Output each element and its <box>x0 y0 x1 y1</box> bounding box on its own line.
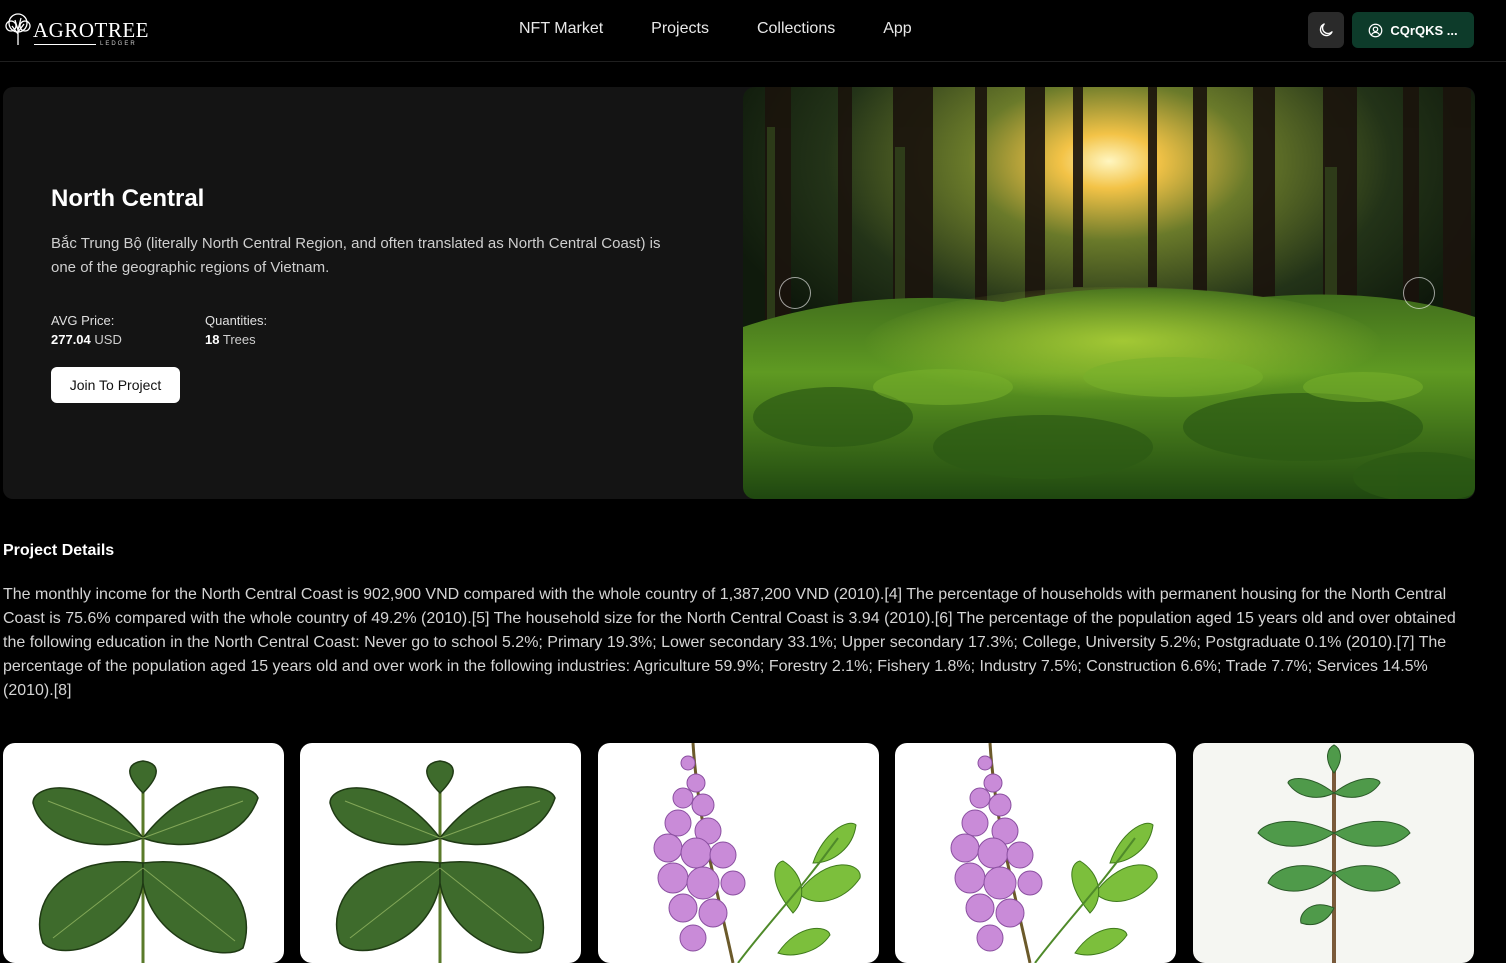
nav-collections[interactable]: Collections <box>757 20 835 38</box>
project-hero: North Central Bắc Trung Bộ (literally No… <box>3 87 1475 499</box>
tree-card[interactable] <box>1193 743 1474 963</box>
leaf-plant-image <box>329 760 556 963</box>
moon-icon <box>1319 23 1333 37</box>
join-project-button[interactable]: Join To Project <box>51 367 180 403</box>
avg-price-label: AVG Price: <box>51 313 115 328</box>
nav-nft-market[interactable]: NFT Market <box>519 20 603 38</box>
paulownia-flower-image <box>653 743 861 963</box>
agrotree-logo[interactable]: AGROTREE LEDGER <box>4 10 149 52</box>
tree-card[interactable] <box>3 743 284 963</box>
main-nav: NFT Market Projects Collections App <box>519 20 960 38</box>
project-title: North Central <box>51 185 205 212</box>
tree-card[interactable] <box>895 743 1176 963</box>
user-circle-icon <box>1369 23 1383 37</box>
wallet-button[interactable]: CQrQKS ... <box>1352 12 1474 48</box>
quantities-value: 18 Trees <box>205 332 256 347</box>
sapling-image <box>1257 744 1411 963</box>
wallet-address: CQrQKS ... <box>1390 22 1458 38</box>
leaf-plant-image <box>32 760 259 963</box>
tree-logo-icon <box>5 13 31 45</box>
logo-divider <box>34 44 96 45</box>
avg-price-stat: AVG Price: 277.04 USD <box>51 313 122 347</box>
carousel-next-button[interactable] <box>1403 277 1435 309</box>
theme-toggle-button[interactable] <box>1308 12 1344 48</box>
forest-image <box>743 87 1475 499</box>
paulownia-flower-image <box>950 743 1158 963</box>
project-details-text: The monthly income for the North Central… <box>3 586 1456 699</box>
nav-app[interactable]: App <box>883 20 911 38</box>
tree-card[interactable] <box>300 743 581 963</box>
avg-price-value: 277.04 USD <box>51 332 122 347</box>
project-description: Bắc Trung Bộ (literally North Central Re… <box>51 235 661 276</box>
quantities-stat: Quantities: 18 Trees <box>205 313 267 347</box>
nav-projects[interactable]: Projects <box>651 20 709 38</box>
logo-text: AGROTREE <box>33 18 149 42</box>
logo-subtext: LEDGER <box>100 41 137 47</box>
carousel-prev-button[interactable] <box>779 277 811 309</box>
tree-card[interactable] <box>598 743 879 963</box>
top-header: AGROTREE LEDGER NFT Market Projects Coll… <box>0 0 1506 62</box>
tree-card-list <box>3 743 1475 963</box>
forest-scene <box>743 87 1475 499</box>
project-details-heading: Project Details <box>3 542 115 559</box>
quantities-label: Quantities: <box>205 313 268 328</box>
